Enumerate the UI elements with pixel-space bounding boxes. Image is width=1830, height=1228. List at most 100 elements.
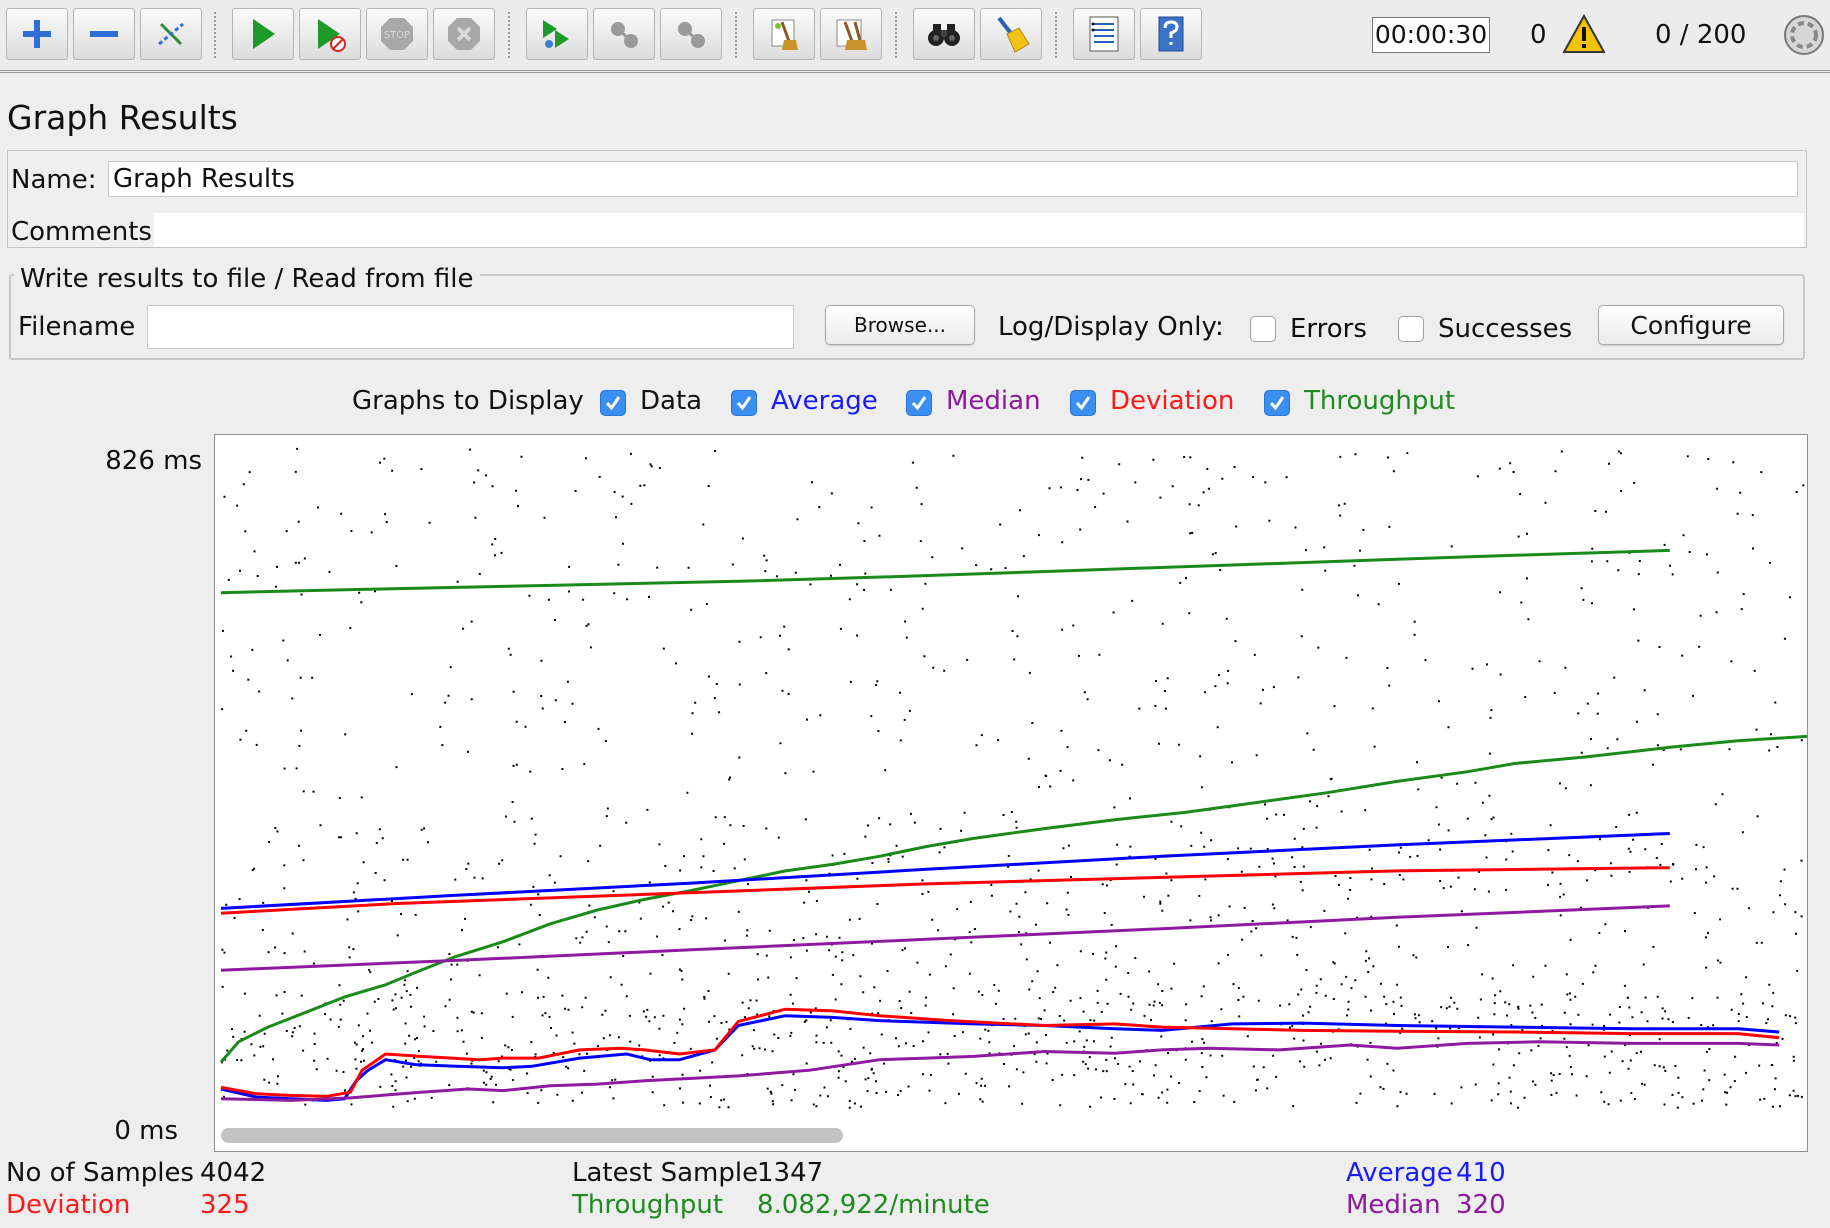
page-title: Graph Results: [7, 98, 238, 137]
broom-icon: [771, 19, 798, 50]
broom-all-icon: [836, 19, 867, 50]
play-no-pause-icon: [318, 19, 346, 52]
toggle-button[interactable]: [140, 8, 202, 60]
binoculars-icon: [928, 24, 960, 46]
warning-count: 0: [1530, 20, 1547, 50]
toolbar-separator: [895, 12, 897, 58]
play-icon: [253, 19, 275, 49]
browse-button[interactable]: Browse...: [825, 305, 975, 345]
data-sample-points: [221, 447, 1805, 1109]
remote-start-button[interactable]: [526, 8, 588, 60]
help-button[interactable]: [1140, 8, 1202, 60]
remote-shutdown-button[interactable]: [660, 8, 722, 60]
graph-option-median-label: Median: [946, 386, 1041, 416]
average-stat-value: 410: [1456, 1158, 1506, 1188]
median-stat-value: 320: [1456, 1190, 1506, 1220]
deviation-stat-value: 325: [200, 1190, 250, 1220]
toggle-icon: [158, 22, 184, 46]
throughput-stat-label: Throughput: [572, 1190, 724, 1220]
list-icon: [1089, 16, 1119, 52]
toolbar-separator: [214, 12, 216, 58]
shutdown-icon: [448, 18, 480, 50]
filename-field[interactable]: [147, 305, 794, 349]
shutdown-button[interactable]: [433, 8, 495, 60]
configure-button[interactable]: Configure: [1598, 305, 1784, 345]
samples-label: No of Samples: [6, 1158, 194, 1188]
throughput-line-2: [219, 734, 1807, 1064]
graph-option-data-checkbox[interactable]: [600, 390, 626, 416]
remote-start-icon: [543, 20, 569, 48]
latest-sample-label: Latest Sample: [572, 1158, 759, 1188]
graph-option-throughput-label: Throughput: [1304, 386, 1456, 416]
graph-option-data-label: Data: [640, 386, 703, 416]
broom-yellow-icon: [997, 16, 1030, 53]
successes-label: Successes: [1438, 314, 1573, 344]
add-button[interactable]: [6, 8, 68, 60]
comments-label: Comments:: [11, 217, 161, 247]
checkmark-icon: [605, 396, 621, 411]
graph-option-deviation-checkbox[interactable]: [1070, 390, 1096, 416]
data-samples: [221, 447, 1805, 1109]
stop-icon: STOP: [381, 18, 413, 50]
running-status-icon: [1784, 15, 1824, 55]
successes-checkbox[interactable]: [1398, 316, 1424, 342]
svg-text:STOP: STOP: [384, 30, 410, 41]
graphs-to-display-label: Graphs to Display: [352, 386, 584, 416]
checkmark-icon: [1075, 396, 1091, 411]
warning-icon[interactable]: [1563, 14, 1605, 54]
clear-button[interactable]: [753, 8, 815, 60]
remote-stop-button[interactable]: [593, 8, 655, 60]
median-line-2: [220, 1040, 1780, 1102]
graph-option-deviation-label: Deviation: [1110, 386, 1235, 416]
latest-sample-value: 1347: [757, 1158, 824, 1188]
name-label: Name:: [11, 165, 97, 195]
checkmark-icon: [1269, 396, 1285, 411]
graph-option-median-checkbox[interactable]: [906, 390, 932, 416]
minus-icon: [90, 31, 118, 37]
deviation-stat-label: Deviation: [6, 1190, 131, 1220]
checkmark-icon: [736, 396, 752, 411]
toolbar-separator: [508, 12, 510, 58]
horizontal-scrollbar-thumb[interactable]: [221, 1128, 843, 1143]
log-display-label: Log/Display Only:: [998, 312, 1224, 342]
start-no-pauses-button[interactable]: [299, 8, 361, 60]
elapsed-timer: 00:00:30: [1372, 17, 1490, 53]
name-panel: Name: Comments:: [7, 150, 1807, 248]
stop-button[interactable]: STOP: [366, 8, 428, 60]
graph-plot-area: [219, 447, 1807, 1109]
plus-icon: [23, 20, 51, 48]
help-icon: [1158, 16, 1184, 52]
toolbar-separator: [1055, 12, 1057, 58]
errors-label: Errors: [1290, 314, 1367, 344]
graph-option-throughput-checkbox[interactable]: [1264, 390, 1290, 416]
throughput-line-1: [220, 548, 1670, 595]
file-panel-title: Write results to file / Read from file: [14, 264, 480, 294]
throughput-stat-value: 8.082,922/minute: [757, 1190, 990, 1220]
remote-shutdown-icon: [678, 22, 705, 48]
function-helper-button[interactable]: [1073, 8, 1135, 60]
samples-value: 4042: [200, 1158, 267, 1188]
graph-option-average-label: Average: [771, 386, 878, 416]
clear-all-button[interactable]: [820, 8, 882, 60]
deviation-line-1: [220, 866, 1670, 915]
name-field[interactable]: [108, 161, 1798, 197]
average-stat-label: Average: [1346, 1158, 1453, 1188]
comments-field[interactable]: [154, 213, 1804, 247]
remove-button[interactable]: [73, 8, 135, 60]
y-axis-min-label: 0 ms: [114, 1116, 178, 1146]
toolbar-separator: [735, 12, 737, 58]
reset-search-button[interactable]: [980, 8, 1042, 60]
y-axis-max-label: 826 ms: [105, 446, 202, 476]
remote-stop-icon: [611, 22, 638, 48]
active-threads: 0 / 200: [1655, 20, 1747, 50]
filename-label: Filename: [18, 312, 136, 342]
graph-panel: [214, 434, 1808, 1152]
search-button[interactable]: [913, 8, 975, 60]
checkmark-icon: [911, 396, 927, 411]
toolbar: STOP 00:00:30 0 0 / 200: [0, 0, 1830, 73]
errors-checkbox[interactable]: [1250, 316, 1276, 342]
start-button[interactable]: [232, 8, 294, 60]
median-line-1: [220, 904, 1670, 972]
graph-option-average-checkbox[interactable]: [731, 390, 757, 416]
median-stat-label: Median: [1346, 1190, 1441, 1220]
